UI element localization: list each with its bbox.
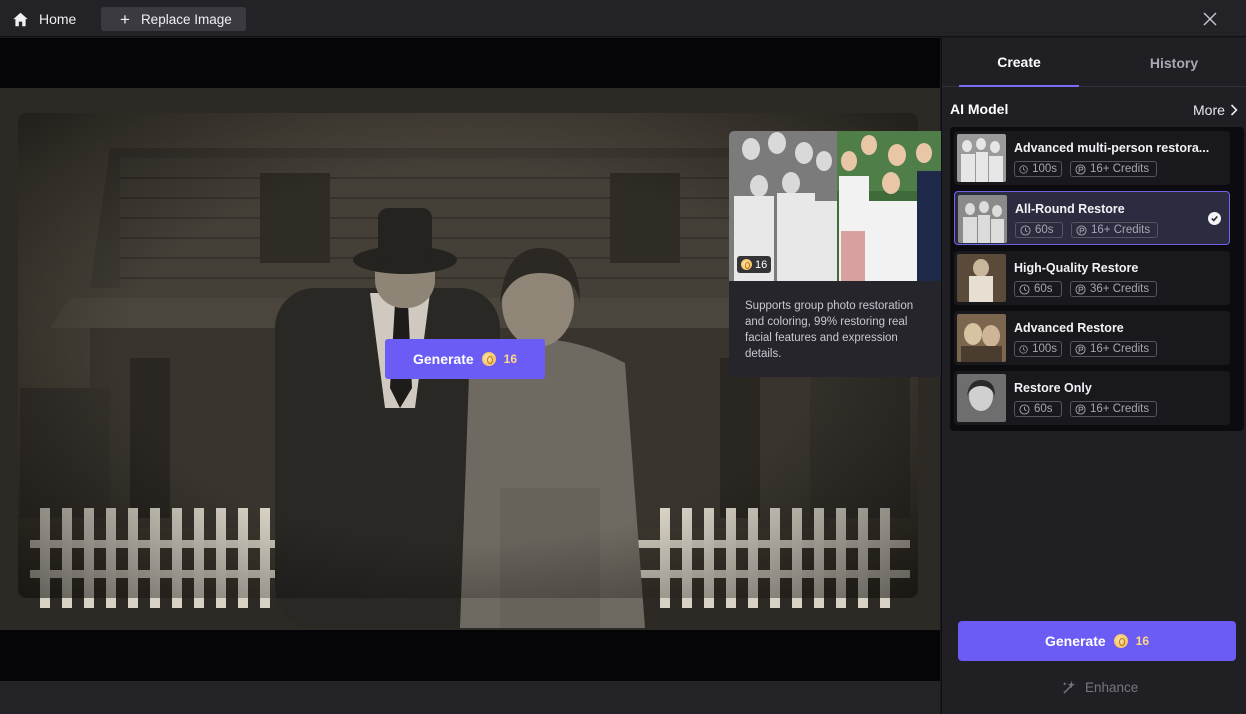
model-item-advanced-restore[interactable]: Advanced Restore 100s 16+ Credits: [954, 311, 1230, 365]
model-credits-chip: 16+ Credits: [1071, 222, 1158, 238]
coin-icon: [481, 352, 496, 366]
model-time-chip: 100s: [1014, 341, 1062, 357]
model-name: All-Round Restore: [1015, 202, 1125, 216]
generate-label: Generate: [412, 351, 474, 367]
chevron-right-icon: [1230, 104, 1238, 116]
tab-history[interactable]: History: [1114, 38, 1234, 87]
model-item-restore-only[interactable]: Restore Only 60s 16+ Credits: [954, 371, 1230, 425]
model-credits-chip: 16+ Credits: [1070, 341, 1157, 357]
model-preview-tooltip: 16 Supports group photo restoration and …: [729, 131, 945, 377]
home-label: Home: [39, 11, 77, 27]
credit-icon: [1075, 163, 1086, 175]
credit-icon: [1075, 283, 1086, 295]
model-name: High-Quality Restore: [1014, 261, 1139, 275]
app-window: Home + Replace Image Generate 16 16 Supp…: [0, 0, 1246, 714]
generate-credits: 16: [1135, 634, 1150, 648]
generate-label: Generate: [1044, 633, 1106, 649]
tooltip-description: Supports group photo restoration and col…: [745, 300, 914, 360]
credit-icon: [1075, 343, 1086, 355]
model-item-high-quality-restore[interactable]: High-Quality Restore 60s 36+ Credits: [954, 251, 1230, 305]
model-credits: 16+ Credits: [1091, 224, 1151, 236]
credit-icon: [1076, 224, 1087, 236]
model-time-chip: 60s: [1014, 401, 1062, 417]
model-thumbnail: [957, 134, 1006, 182]
model-time-chip: 60s: [1015, 222, 1063, 238]
replace-image-label: Replace Image: [140, 11, 232, 27]
home-button[interactable]: Home: [12, 8, 76, 30]
canvas-bottom-strip: [0, 681, 940, 714]
model-name: Restore Only: [1014, 381, 1092, 395]
close-icon[interactable]: [1200, 9, 1220, 29]
credit-icon: [1075, 403, 1086, 415]
tab-create[interactable]: Create: [959, 38, 1079, 87]
model-list: Advanced multi-person restora... 100s 16…: [950, 127, 1244, 431]
model-credits: 16+ Credits: [1090, 403, 1150, 415]
clock-icon: [1019, 344, 1028, 354]
model-credits-chip: 16+ Credits: [1070, 161, 1157, 177]
replace-image-button[interactable]: + Replace Image: [101, 7, 246, 31]
right-panel: Create History AI Model More Advanced mu…: [941, 38, 1246, 714]
ai-model-title: AI Model: [950, 101, 1009, 117]
generate-button[interactable]: Generate 16: [958, 621, 1236, 661]
enhance-wand-icon: [1062, 680, 1076, 694]
model-time-chip: 60s: [1014, 281, 1062, 297]
model-credits: 16+ Credits: [1090, 163, 1150, 175]
model-thumbnail: [957, 314, 1006, 362]
model-thumbnail: [957, 254, 1006, 302]
model-time-chip: 100s: [1014, 161, 1062, 177]
top-bar: Home + Replace Image: [0, 0, 1246, 37]
tooltip-credit-badge: 16: [737, 256, 772, 273]
plus-icon: +: [120, 9, 130, 29]
model-time: 60s: [1034, 283, 1053, 295]
panel-tabs: Create History: [942, 38, 1246, 87]
more-label: More: [1193, 102, 1225, 118]
model-name: Advanced Restore: [1014, 321, 1124, 335]
more-button[interactable]: More: [1193, 102, 1238, 118]
model-item-all-round-restore[interactable]: All-Round Restore 60s 16+ Credits: [954, 191, 1230, 245]
generate-button-canvas[interactable]: Generate 16: [385, 339, 545, 379]
tooltip-credits: 16: [755, 258, 768, 271]
enhance-button[interactable]: Enhance: [1062, 680, 1138, 695]
clock-icon: [1019, 403, 1030, 415]
clock-icon: [1019, 164, 1028, 174]
clock-icon: [1019, 283, 1030, 295]
model-name: Advanced multi-person restora...: [1014, 141, 1210, 155]
home-icon: [13, 12, 28, 26]
model-credits: 36+ Credits: [1090, 283, 1150, 295]
generate-credits: 16: [503, 352, 518, 366]
clock-icon: [1020, 224, 1031, 236]
coin-icon: [741, 259, 752, 270]
model-time: 60s: [1034, 403, 1053, 415]
model-thumbnail: [958, 195, 1007, 243]
model-time: 100s: [1032, 343, 1057, 355]
model-time: 100s: [1032, 163, 1057, 175]
coin-icon: [1113, 634, 1128, 648]
model-credits-chip: 36+ Credits: [1070, 281, 1157, 297]
enhance-label: Enhance: [1085, 680, 1139, 695]
model-item-advanced-multi-person[interactable]: Advanced multi-person restora... 100s 16…: [954, 131, 1230, 185]
model-credits-chip: 16+ Credits: [1070, 401, 1157, 417]
check-icon: [1211, 216, 1218, 222]
selected-check: [1208, 212, 1221, 225]
model-credits: 16+ Credits: [1090, 343, 1150, 355]
model-thumbnail: [957, 374, 1006, 422]
model-time: 60s: [1035, 224, 1054, 236]
